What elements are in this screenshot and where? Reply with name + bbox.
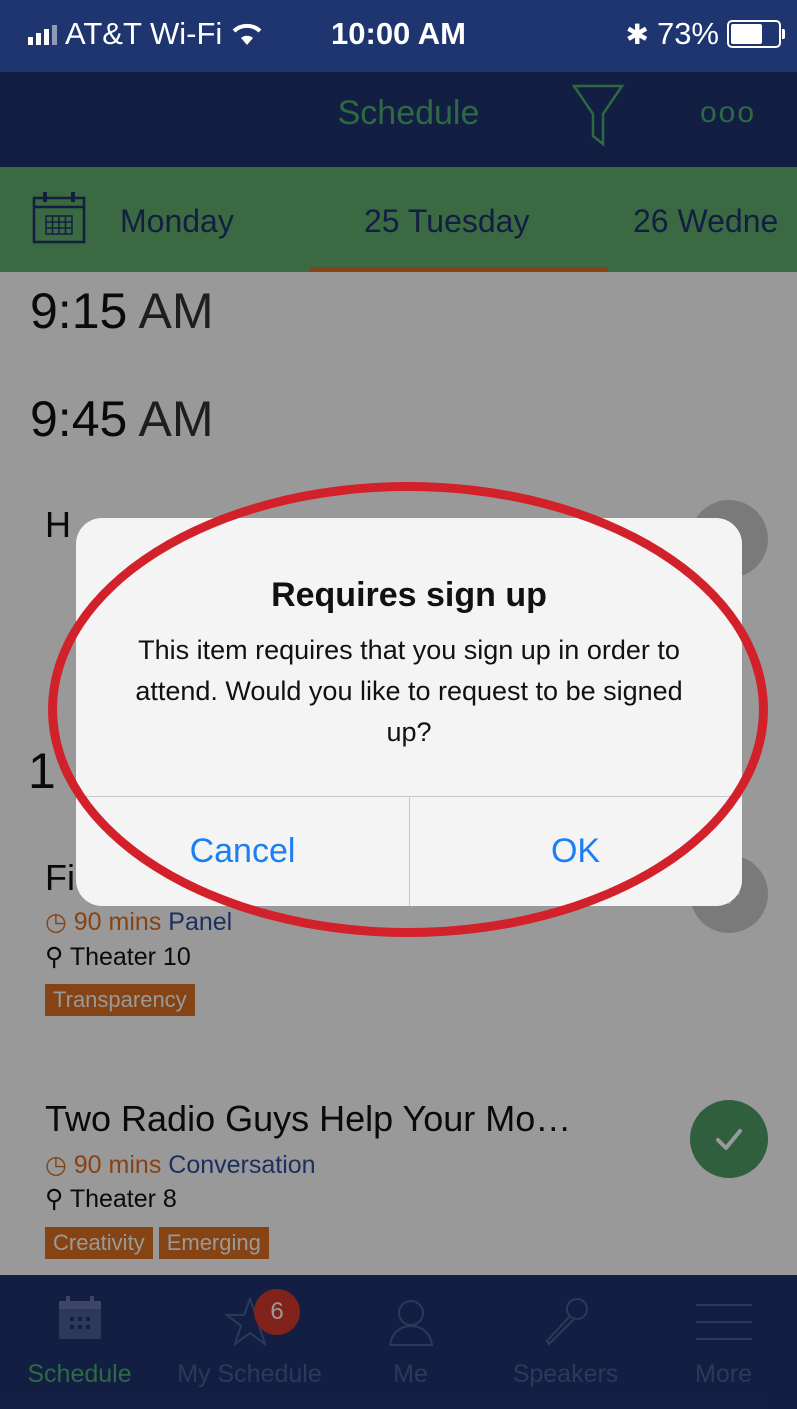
bluetooth-icon: ✱ [625,18,649,50]
battery-percent: 73% [656,16,719,51]
battery-status: ✱ 73% [625,16,785,52]
highlight-annotation [48,482,768,937]
battery-icon [727,20,785,48]
status-bar: AT&T Wi-Fi 10:00 AM ✱ 73% [0,0,797,72]
